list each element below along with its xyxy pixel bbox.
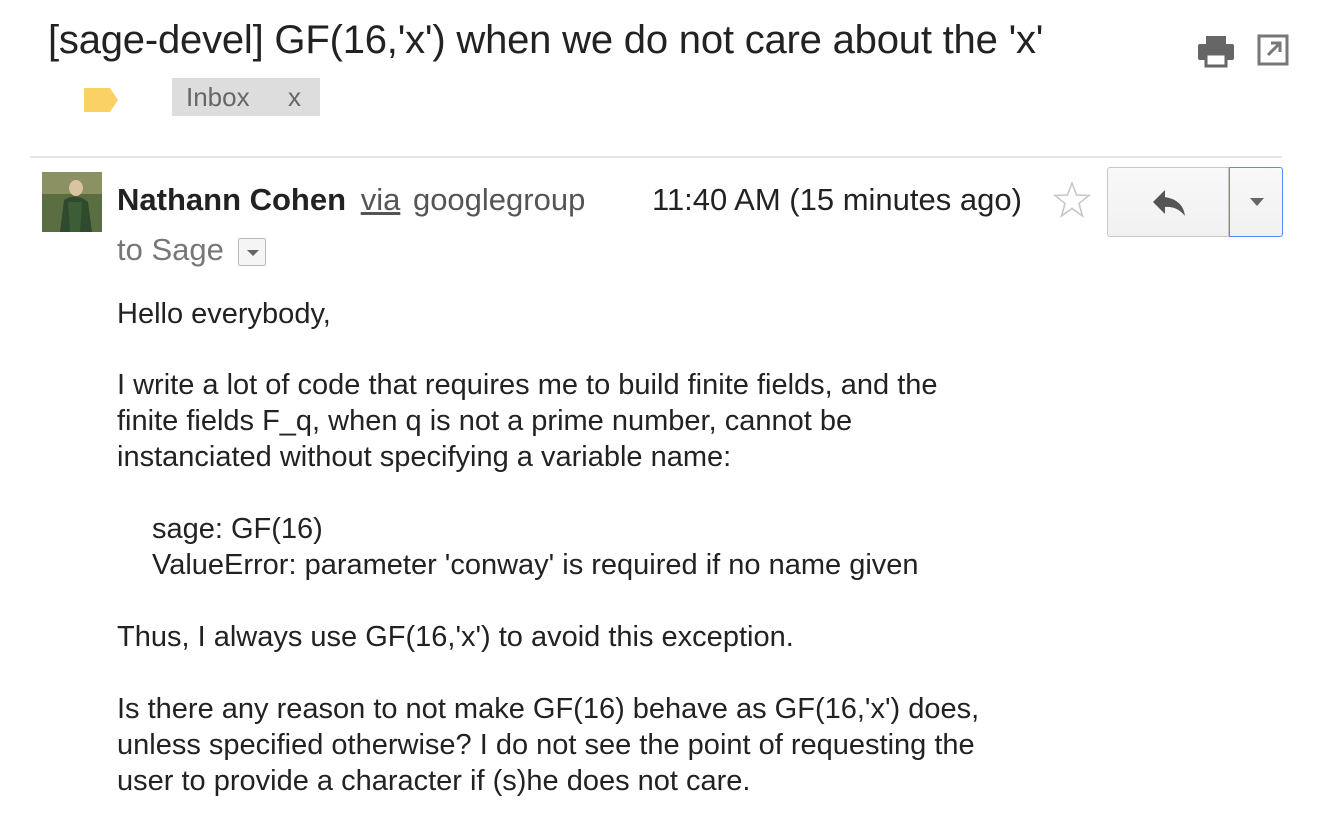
header-divider (30, 156, 1282, 158)
reply-icon (1153, 190, 1185, 216)
via-link[interactable]: via (361, 182, 401, 217)
remove-label-button[interactable]: x (288, 78, 301, 116)
body-greeting: Hello everybody, (117, 298, 331, 330)
chevron-down-icon (247, 250, 259, 256)
reply-button[interactable] (1107, 167, 1229, 237)
body-paragraph-line: finite fields F_q, when q is not a prime… (117, 405, 853, 437)
avatar[interactable] (42, 172, 102, 232)
body-code-line: ValueError: parameter 'conway' is requir… (152, 549, 919, 581)
star-icon[interactable] (1052, 180, 1092, 220)
body-paragraph-line: Is there any reason to not make GF(16) b… (117, 693, 980, 725)
print-icon[interactable] (1196, 34, 1236, 68)
body-paragraph-line: user to provide a character if (s)he doe… (117, 765, 751, 797)
recipient-line: to Sage (117, 232, 224, 267)
message-timestamp: 11:40 AM (15 minutes ago) (652, 182, 1022, 217)
body-paragraph-line: I write a lot of code that requires me t… (117, 369, 938, 401)
dropdown-arrow-icon (1250, 198, 1264, 206)
show-details-button[interactable] (238, 238, 266, 266)
label-icon[interactable] (82, 86, 120, 114)
sender-line: Nathann Cohen via googlegroup (117, 182, 585, 218)
more-options-button[interactable] (1229, 167, 1283, 237)
body-paragraph-line: instanciated without specifying a variab… (117, 441, 732, 473)
sender-name[interactable]: Nathann Cohen (117, 182, 346, 217)
body-paragraph-line: Thus, I always use GF(16,'x') to avoid t… (117, 621, 794, 653)
new-window-icon[interactable] (1257, 34, 1289, 66)
inbox-label-text: Inbox (186, 82, 250, 112)
sender-group: googlegroup (412, 182, 586, 217)
inbox-label-chip: Inbox x (172, 78, 320, 116)
body-paragraph-line: unless specified otherwise? I do not see… (117, 729, 975, 761)
email-subject: [sage-devel] GF(16,'x') when we do not c… (48, 18, 1044, 62)
body-code-line: sage: GF(16) (152, 513, 323, 545)
